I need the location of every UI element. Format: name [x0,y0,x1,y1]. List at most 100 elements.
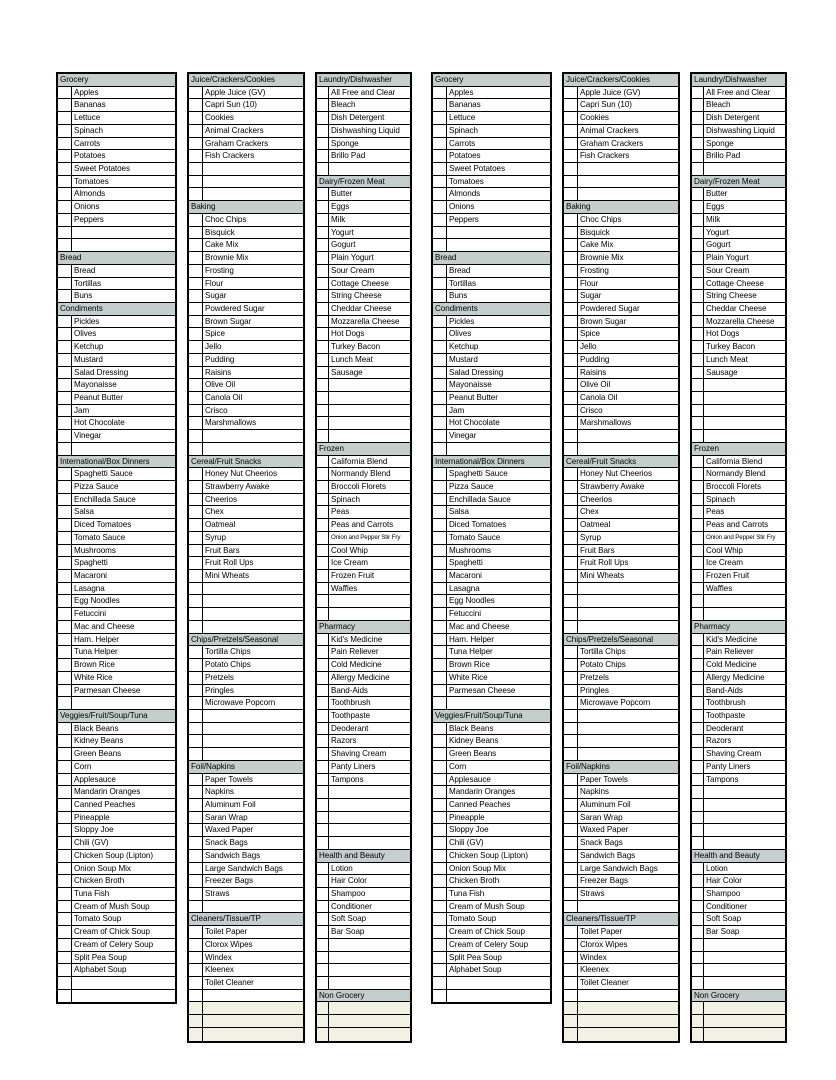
item-row[interactable]: Yogurt [692,226,785,240]
checkbox-cell[interactable] [564,315,578,328]
item-row[interactable]: Ketchup [433,341,550,354]
blank-row[interactable] [564,722,678,736]
item-row[interactable]: Turkey Bacon [692,341,785,354]
item-row[interactable]: Almonds [58,188,175,202]
checkbox-cell[interactable] [433,544,447,557]
item-row[interactable]: Turkey Bacon [317,341,410,354]
blank-row[interactable] [564,175,678,189]
checkbox-cell[interactable] [189,557,203,570]
checkbox-cell[interactable] [692,417,704,430]
item-row[interactable]: Honey Nut Cheerios [564,468,678,481]
checkbox-cell[interactable] [692,570,704,582]
checkbox-cell[interactable] [58,404,72,417]
blank-row[interactable] [692,608,785,621]
item-row[interactable]: Lunch Meat [317,353,410,367]
blank-row[interactable] [692,811,785,825]
checkbox-cell[interactable] [317,760,329,773]
checkbox-cell[interactable] [317,977,329,989]
checkbox-cell[interactable] [189,875,203,887]
checkbox-cell[interactable] [317,608,329,620]
blank-row[interactable] [189,748,303,761]
checkbox-cell[interactable] [564,442,578,455]
checkbox-cell[interactable] [189,544,203,557]
item-row[interactable]: Fruit Bars [564,544,678,558]
checkbox-cell[interactable] [564,468,578,480]
item-row[interactable]: Lasagna [433,582,550,596]
blank-row[interactable] [564,608,678,621]
checkbox-cell[interactable] [692,1002,704,1015]
checkbox-cell[interactable] [433,938,447,951]
checkbox-cell[interactable] [433,849,447,862]
checkbox-cell[interactable] [564,493,578,506]
blank-row[interactable] [433,697,550,710]
checkbox-cell[interactable] [58,697,72,709]
checkbox-cell[interactable] [58,875,72,887]
blank-row[interactable] [564,900,678,914]
item-row[interactable]: Spinach [317,493,410,507]
checkbox-cell[interactable] [317,366,329,379]
item-row[interactable]: Lettuce [58,112,175,125]
checkbox-cell[interactable] [58,786,72,798]
checkbox-cell[interactable] [317,709,329,722]
checkbox-cell[interactable] [189,786,203,798]
checkbox-cell[interactable] [317,659,329,671]
item-row[interactable]: Capri Sun (10) [564,99,678,113]
item-row[interactable]: Mini Wheats [564,570,678,583]
item-row[interactable]: Carrots [433,137,550,151]
checkbox-cell[interactable] [433,442,447,455]
item-row[interactable]: Salsa [58,506,175,520]
item-row[interactable]: Syrup [564,531,678,545]
item-row[interactable]: Green Beans [58,748,175,761]
checkbox-cell[interactable] [58,150,72,163]
blank-row[interactable] [433,442,550,456]
item-row[interactable]: Olive Oil [189,379,303,392]
item-row[interactable]: Strawberry Awake [189,481,303,494]
checkbox-cell[interactable] [58,264,72,277]
checkbox-cell[interactable] [58,722,72,735]
item-row[interactable]: Cream of Chick Soup [58,926,175,939]
checkbox-cell[interactable] [317,150,329,163]
blank-row[interactable] [189,1002,303,1016]
checkbox-cell[interactable] [433,163,447,175]
checkbox-cell[interactable] [433,417,447,430]
item-row[interactable]: Large Sandwich Bags [189,862,303,876]
item-row[interactable]: All Free and Clear [692,86,785,100]
checkbox-cell[interactable] [564,837,578,849]
checkbox-cell[interactable] [692,404,704,417]
item-row[interactable]: Honey Nut Cheerios [189,468,303,481]
checkbox-cell[interactable] [692,315,704,328]
item-row[interactable]: Strawberry Awake [564,481,678,494]
item-row[interactable]: Spice [564,328,678,342]
item-row[interactable]: Diced Tomatoes [433,519,550,532]
checkbox-cell[interactable] [692,748,704,760]
checkbox-cell[interactable] [317,226,329,239]
item-row[interactable]: Shampoo [317,888,410,901]
item-row[interactable]: Split Pea Soup [58,951,175,965]
blank-row[interactable] [317,379,410,392]
item-row[interactable]: Cottage Cheese [317,277,410,291]
checkbox-cell[interactable] [58,811,72,824]
item-row[interactable]: Olive Oil [564,379,678,392]
checkbox-cell[interactable] [433,786,447,798]
item-row[interactable]: Canned Peaches [433,798,550,812]
item-row[interactable]: Jam [433,404,550,418]
checkbox-cell[interactable] [692,582,704,595]
item-row[interactable]: Spinach [692,493,785,507]
item-row[interactable]: Olives [58,328,175,342]
item-row[interactable]: Tomatoes [433,175,550,189]
item-row[interactable]: Sour Cream [692,264,785,278]
checkbox-cell[interactable] [433,722,447,735]
checkbox-cell[interactable] [433,506,447,519]
item-row[interactable]: Broccoli Florets [317,481,410,494]
checkbox-cell[interactable] [189,112,203,124]
checkbox-cell[interactable] [692,633,704,646]
checkbox-cell[interactable] [433,900,447,913]
checkbox-cell[interactable] [692,328,704,341]
checkbox-cell[interactable] [317,646,329,659]
blank-row[interactable] [317,798,410,812]
checkbox-cell[interactable] [189,646,203,659]
item-row[interactable]: Applesauce [58,773,175,787]
checkbox-cell[interactable] [564,849,578,862]
item-row[interactable]: Tomato Sauce [433,531,550,545]
checkbox-cell[interactable] [58,888,72,900]
